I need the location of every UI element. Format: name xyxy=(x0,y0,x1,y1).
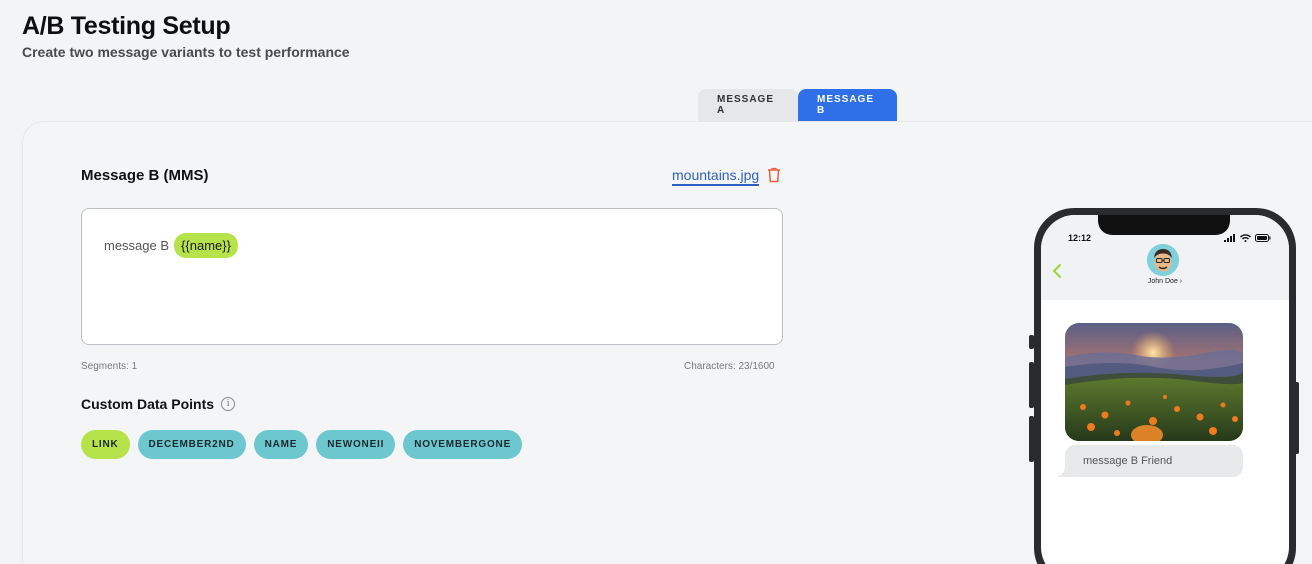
attachment-link[interactable]: mountains.jpg xyxy=(672,167,760,186)
message-editor[interactable]: message B {{name}} xyxy=(81,208,783,345)
message-heading: Message B (MMS) xyxy=(81,167,209,184)
phone-status-icons xyxy=(1224,234,1271,242)
info-icon[interactable]: i xyxy=(221,397,236,411)
signal-icon xyxy=(1224,234,1235,242)
editor-body-text: message B xyxy=(104,238,170,253)
chip-name[interactable]: NAME xyxy=(253,430,309,459)
chip-december2nd[interactable]: DECEMBER2ND xyxy=(137,430,246,459)
battery-icon xyxy=(1255,234,1271,242)
phone-notch xyxy=(1098,215,1230,235)
phone-clock: 12:12 xyxy=(1068,233,1092,243)
message-tabs: MESSAGE A MESSAGE B xyxy=(698,89,897,121)
chip-novembergone[interactable]: NOVEMBERGONE xyxy=(403,430,523,459)
page-title: A/B Testing Setup xyxy=(22,12,231,40)
chip-link[interactable]: LINK xyxy=(81,430,130,459)
name-token-chip[interactable]: {{name}} xyxy=(174,233,238,258)
phone-screen: 12:12 John Doe › message B Friend xyxy=(1041,215,1289,564)
message-bubble: message B Friend xyxy=(1065,445,1243,477)
mms-image-preview xyxy=(1065,323,1243,441)
custom-data-points-label: Custom Data Points xyxy=(81,396,215,412)
phone-preview: 12:12 John Doe › message B Friend xyxy=(1034,208,1296,564)
segments-count: Segments: 1 xyxy=(81,361,138,372)
tab-message-a[interactable]: MESSAGE A xyxy=(698,89,798,121)
data-point-chips: LINK DECEMBER2ND NAME NEWONEII NOVEMBERG… xyxy=(81,430,523,459)
characters-count: Characters: 23/1600 xyxy=(684,361,775,372)
tab-message-b[interactable]: MESSAGE B xyxy=(798,89,897,121)
page-subtitle: Create two message variants to test perf… xyxy=(22,44,350,60)
chip-newoneii[interactable]: NEWONEII xyxy=(316,430,396,459)
editor-content: message B {{name}} xyxy=(104,233,238,258)
trash-icon[interactable] xyxy=(767,167,781,183)
contact-name: John Doe › xyxy=(1147,278,1183,285)
avatar xyxy=(1147,244,1179,276)
custom-data-points-heading: Custom Data Points i xyxy=(81,396,236,412)
wifi-icon xyxy=(1240,234,1251,242)
